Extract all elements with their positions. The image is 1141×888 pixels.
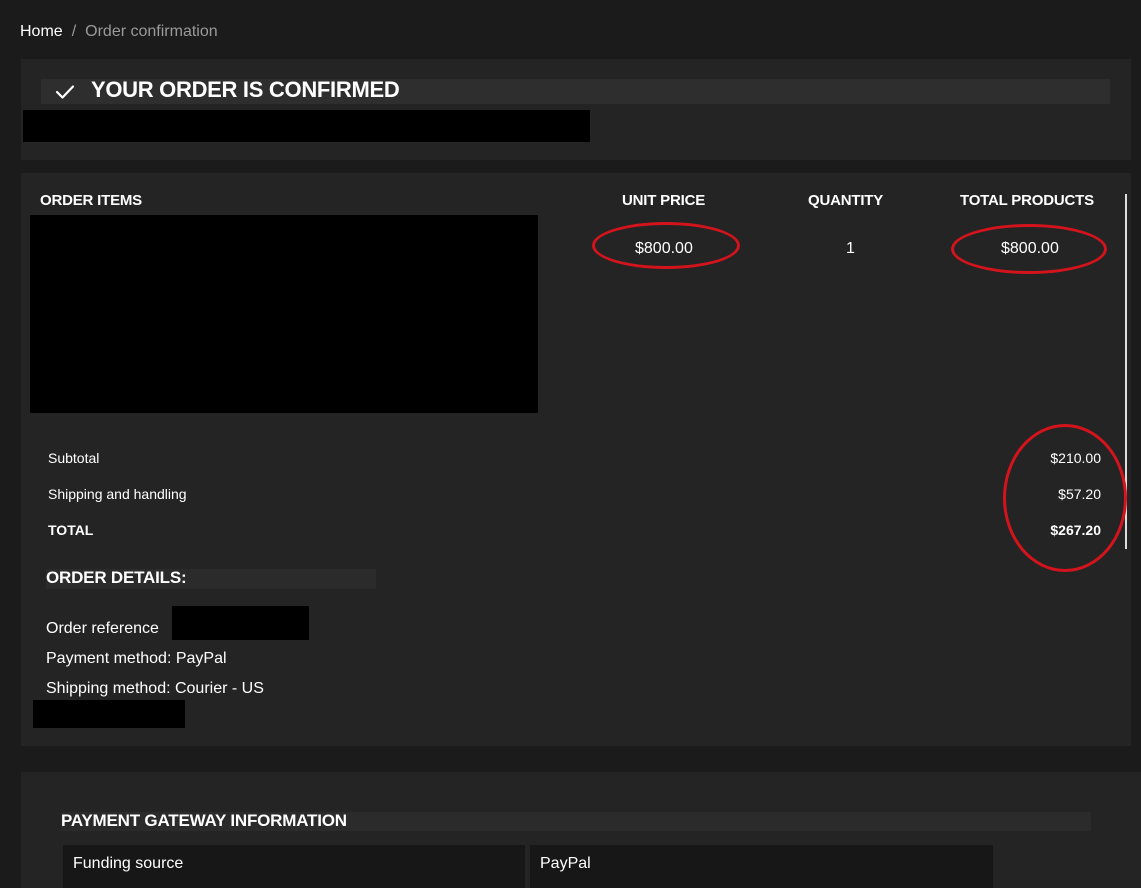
quantity-header: QUANTITY [808, 192, 884, 209]
funding-source-label: Funding source [63, 845, 525, 888]
check-icon [55, 85, 75, 99]
annotation-circle-total-products [951, 224, 1107, 274]
order-confirmed-title: YOUR ORDER IS CONFIRMED [91, 77, 400, 102]
payment-method: Payment method: PayPal [46, 650, 227, 667]
redacted-product-image [30, 215, 538, 413]
shipping-method: Shipping method: Courier - US [46, 680, 264, 697]
breadcrumb-current: Order confirmation [85, 23, 218, 40]
breadcrumb-separator: / [71, 23, 77, 40]
annotation-circle-summary-totals [1003, 424, 1127, 572]
redacted-extra-detail [33, 700, 185, 728]
breadcrumb: Home / Order confirmation [20, 23, 218, 41]
quantity-value: 1 [846, 240, 855, 257]
order-items-header: ORDER ITEMS [40, 192, 142, 209]
payment-gateway-title: PAYMENT GATEWAY INFORMATION [61, 811, 347, 830]
total-products-header: TOTAL PRODUCTS [960, 192, 1094, 209]
subtotal-label: Subtotal [48, 450, 100, 466]
annotation-circle-unit-price [592, 222, 740, 269]
redacted-order-reference [172, 606, 309, 640]
redacted-confirmation-text [23, 110, 590, 142]
order-confirmed-card: YOUR ORDER IS CONFIRMED [21, 59, 1131, 160]
order-details-title: ORDER DETAILS: [46, 568, 187, 587]
funding-source-value: PayPal [530, 845, 993, 888]
total-label: TOTAL [48, 522, 94, 538]
payment-gateway-card: PAYMENT GATEWAY INFORMATION Funding sour… [21, 772, 1141, 888]
order-reference-label: Order reference [46, 620, 159, 637]
shipping-label: Shipping and handling [48, 486, 187, 502]
breadcrumb-home-link[interactable]: Home [20, 23, 63, 41]
unit-price-header: UNIT PRICE [622, 192, 706, 209]
